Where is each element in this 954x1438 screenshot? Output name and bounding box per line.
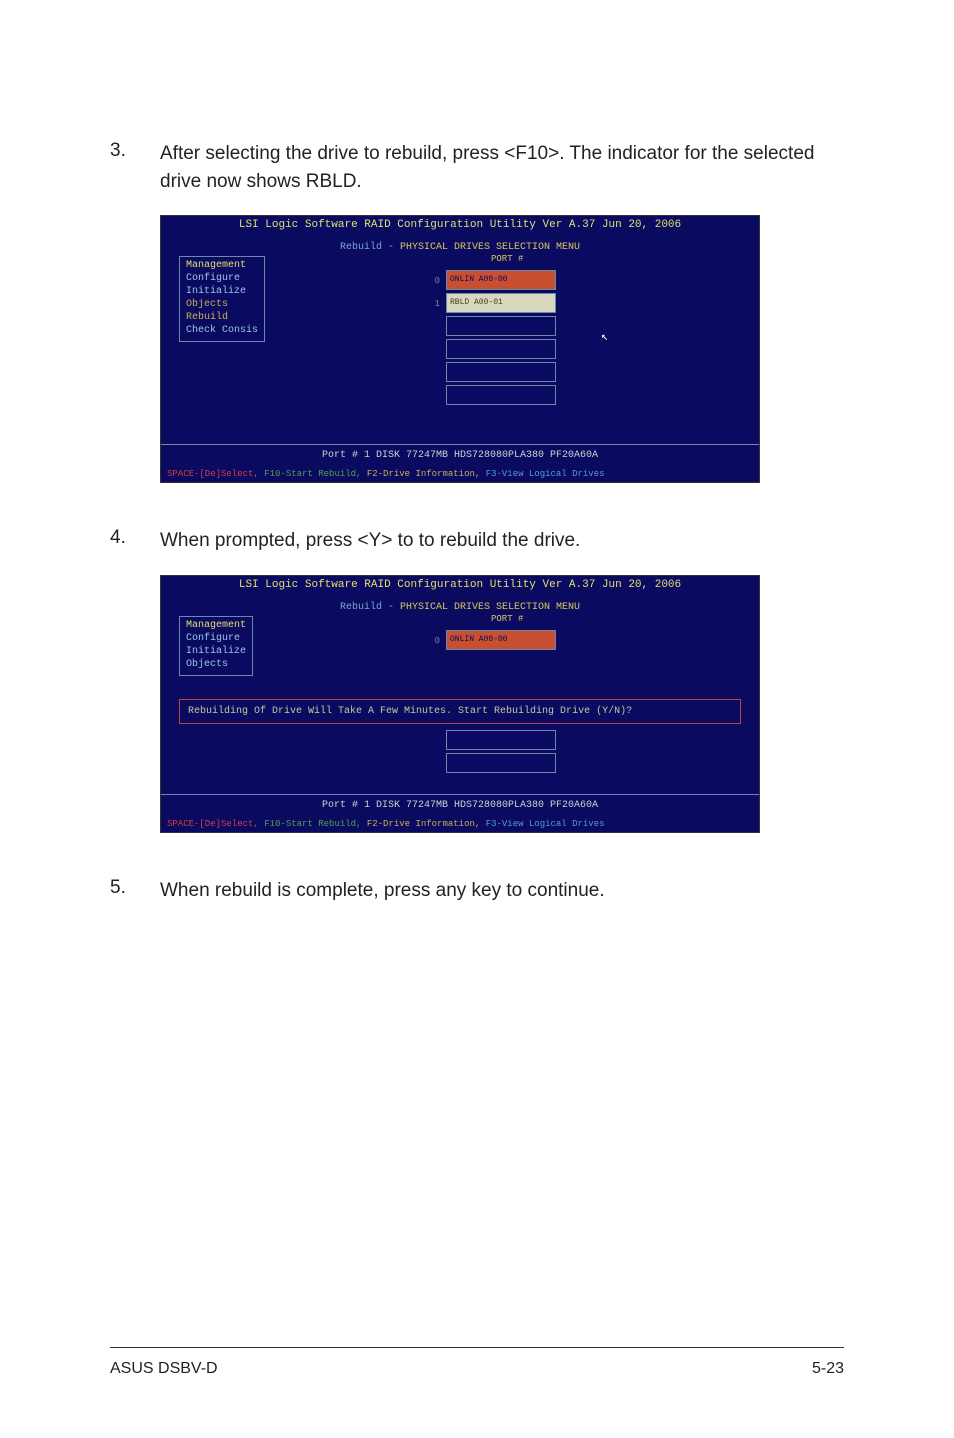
bios1-rebuild-prefix: Rebuild - <box>340 242 400 253</box>
bios2-footer: SPACE-[De]Select, F10-Start Rebuild, F2-… <box>161 816 759 832</box>
step-4-num: 4. <box>110 527 160 555</box>
bios2-empty-cell <box>446 753 556 773</box>
bios2-d0-num: 0 <box>426 630 440 650</box>
bios2-d0-cell: ONLIN A00-00 <box>446 630 556 650</box>
bios2-rebuild-msg: Rebuilding Of Drive Will Take A Few Minu… <box>179 699 741 724</box>
bios1-empty-cell <box>446 362 556 382</box>
bios1-menu-check: Check Consis <box>186 324 258 337</box>
bios1-drive-row-empty4 <box>426 385 556 405</box>
footer-right: 5-23 <box>812 1360 844 1378</box>
bios1-rebuild-header: Rebuild - PHYSICAL DRIVES SELECTION MENU <box>169 242 751 253</box>
bios2-footer-p2: F10-Start Rebuild, <box>264 819 361 829</box>
bios1-footer: SPACE-[De]Select, F10-Start Rebuild, F2-… <box>161 466 759 482</box>
step-3-num: 3. <box>110 140 160 195</box>
bios1-footer-p1: SPACE-[De]Select, <box>167 469 259 479</box>
bios2-footer-p4: F3-View Logical Drives <box>486 819 605 829</box>
bios1-drive-row-empty3 <box>426 362 556 382</box>
bios-screenshot-2: LSI Logic Software RAID Configuration Ut… <box>160 575 760 833</box>
bios2-menu-configure: Configure <box>186 632 246 645</box>
step-3-text: After selecting the drive to rebuild, pr… <box>160 140 844 195</box>
bios2-status-text: Port # 1 DISK 77247MB HDS728080PLA380 PF… <box>322 800 598 811</box>
bios2-empty-cell <box>446 730 556 750</box>
step-5-num: 5. <box>110 877 160 905</box>
bios1-drive-row-0: 0 ONLIN A00-00 <box>426 270 556 290</box>
bios2-drive-row-empty1 <box>426 730 556 750</box>
bios1-d0-cell: ONLIN A00-00 <box>446 270 556 290</box>
step-4-text: When prompted, press <Y> to to rebuild t… <box>160 527 580 555</box>
bios1-d1-cell: RBLD A00-01 <box>446 293 556 313</box>
step-5-text: When rebuild is complete, press any key … <box>160 877 605 905</box>
bios1-rebuild-header-text: PHYSICAL DRIVES SELECTION MENU <box>400 242 580 253</box>
step-4: 4. When prompted, press <Y> to to rebuil… <box>110 527 844 555</box>
bios1-empty-cell <box>446 385 556 405</box>
bios1-menu-rebuild: Rebuild <box>186 311 258 324</box>
bios1-d1-num: 1 <box>426 293 440 313</box>
bios2-menu-objects: Objects <box>186 658 246 671</box>
bios1-menu-objects: Objects <box>186 298 258 311</box>
bios1-empty-cell <box>446 339 556 359</box>
bios1-drive-row-1: 1 RBLD A00-01 <box>426 293 556 313</box>
bios1-menu-initialize: Initialize <box>186 285 258 298</box>
bios2-menu-management: Management <box>186 619 246 632</box>
bios2-drive-grid-bottom <box>426 730 556 776</box>
bios1-menu-configure: Configure <box>186 272 258 285</box>
bios1-title: LSI Logic Software RAID Configuration Ut… <box>161 216 759 234</box>
bios2-drive-grid: 0 ONLIN A00-00 <box>426 630 556 653</box>
bios1-drive-grid: 0 ONLIN A00-00 1 RBLD A00-01 <box>426 270 556 408</box>
bios2-footer-p3: F2-Drive Information, <box>367 819 480 829</box>
bios2-footer-p1: SPACE-[De]Select, <box>167 819 259 829</box>
bios2-body: Rebuild - PHYSICAL DRIVES SELECTION MENU… <box>161 594 759 794</box>
bios1-footer-p4: F3-View Logical Drives <box>486 469 605 479</box>
bios2-status: Port # 1 DISK 77247MB HDS728080PLA380 PF… <box>161 794 759 816</box>
bios2-menu-initialize: Initialize <box>186 645 246 658</box>
bios1-menu-management: Management <box>186 259 258 272</box>
bios2-title: LSI Logic Software RAID Configuration Ut… <box>161 576 759 594</box>
bios1-footer-p3: F2-Drive Information, <box>367 469 480 479</box>
step-5: 5. When rebuild is complete, press any k… <box>110 877 844 905</box>
bios2-menu: Management Configure Initialize Objects <box>179 616 253 676</box>
step-3: 3. After selecting the drive to rebuild,… <box>110 140 844 195</box>
bios2-drive-row-empty2 <box>426 753 556 773</box>
bios1-status: Port # 1 DISK 77247MB HDS728080PLA380 PF… <box>161 444 759 466</box>
bios1-empty-cell <box>446 316 556 336</box>
bios1-menu: Management Configure Initialize Objects … <box>179 256 265 342</box>
footer-left: ASUS DSBV-D <box>110 1360 218 1378</box>
bios1-body: Rebuild - PHYSICAL DRIVES SELECTION MENU… <box>161 234 759 444</box>
bios1-drive-row-empty1 <box>426 316 556 336</box>
bios1-port-label: PORT # <box>491 254 523 264</box>
cursor-icon: ↖ <box>601 329 608 344</box>
page-footer: ASUS DSBV-D 5-23 <box>110 1347 844 1378</box>
bios2-rebuild-prefix: Rebuild - <box>340 602 400 613</box>
bios1-drive-row-empty2 <box>426 339 556 359</box>
bios-screenshot-1: LSI Logic Software RAID Configuration Ut… <box>160 215 760 483</box>
bios2-rebuild-header: Rebuild - PHYSICAL DRIVES SELECTION MENU <box>169 602 751 613</box>
bios1-status-text: Port # 1 DISK 77247MB HDS728080PLA380 PF… <box>322 450 598 461</box>
bios2-port-label: PORT # <box>491 614 523 624</box>
bios2-rebuild-header-text: PHYSICAL DRIVES SELECTION MENU <box>400 602 580 613</box>
bios2-drive-row-0: 0 ONLIN A00-00 <box>426 630 556 650</box>
bios1-footer-p2: F10-Start Rebuild, <box>264 469 361 479</box>
bios1-d0-num: 0 <box>426 270 440 290</box>
